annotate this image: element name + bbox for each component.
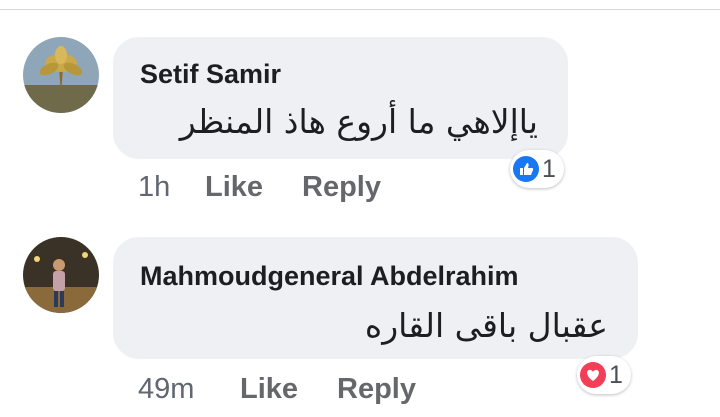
reply-button[interactable]: Reply xyxy=(302,171,381,204)
comment-author[interactable]: Mahmoudgeneral Abdelrahim xyxy=(140,261,519,292)
comment-bubble: Setif Samir ياإلاهي ما أروع هاذ المنظر xyxy=(113,37,568,159)
love-icon xyxy=(580,362,606,388)
avatar-image xyxy=(23,37,99,113)
top-divider xyxy=(0,9,720,10)
like-button[interactable]: Like xyxy=(205,171,263,204)
comment-author[interactable]: Setif Samir xyxy=(140,59,281,90)
reply-button[interactable]: Reply xyxy=(337,373,416,406)
reaction-summary[interactable]: 1 xyxy=(577,356,631,394)
reaction-count: 1 xyxy=(542,154,556,183)
avatar-image xyxy=(23,237,99,313)
comment-time[interactable]: 49m xyxy=(138,373,194,406)
comment-text: ياإلاهي ما أروع هاذ المنظر xyxy=(179,102,538,141)
avatar[interactable] xyxy=(23,37,99,113)
like-icon xyxy=(513,156,539,182)
like-button[interactable]: Like xyxy=(240,373,298,406)
avatar[interactable] xyxy=(23,237,99,313)
comment-time[interactable]: 1h xyxy=(138,171,170,204)
comment-text: عقبال باقى القاره xyxy=(364,306,608,345)
comment-bubble: Mahmoudgeneral Abdelrahim عقبال باقى الق… xyxy=(113,237,638,359)
reaction-count: 1 xyxy=(609,360,623,389)
reaction-summary[interactable]: 1 xyxy=(510,150,564,188)
